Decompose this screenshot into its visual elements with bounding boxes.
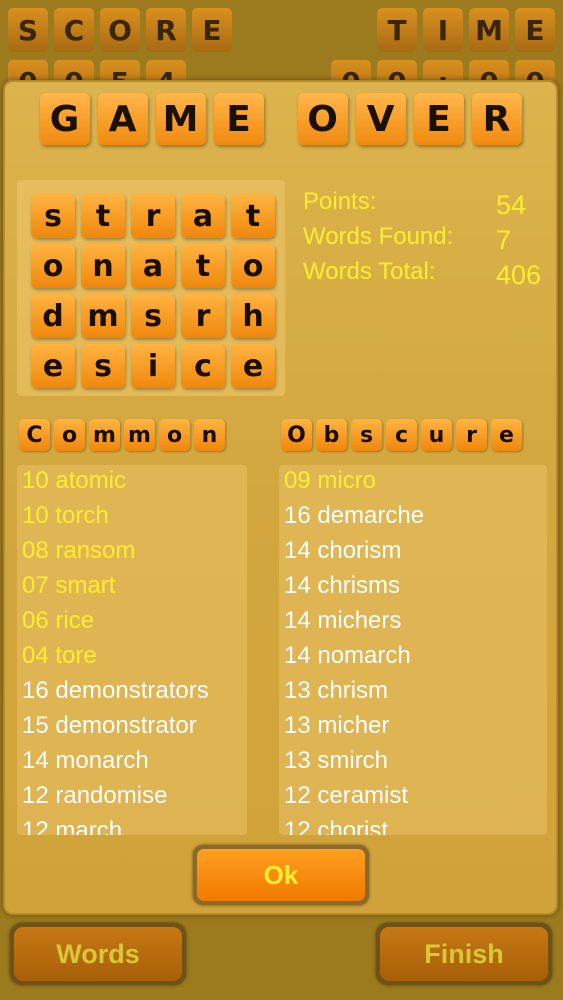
ok-button-label: Ok [197, 849, 365, 901]
title-letter-tile: R [471, 93, 522, 145]
title-spacer [272, 93, 290, 145]
grid-letter-tile: a [181, 194, 225, 238]
title-letter-tile: E [413, 93, 464, 145]
common-word-list[interactable]: 10 atomic 10 torch 08 ransom 07 smart 06 ric… [17, 465, 247, 835]
word-list-item: 13 chrism [284, 677, 389, 704]
grid-letter-tile: t [81, 194, 125, 238]
obscure-header-tile: c [386, 419, 417, 451]
game-over-dialog: GAMEOVER stratonatodmsrhesice Points: 54… [3, 80, 558, 915]
grid-letter-tile: s [131, 294, 175, 338]
stat-value: 54 [496, 190, 527, 220]
word-list-item: 14 chorism [284, 537, 402, 564]
obscure-header-tile: O [281, 419, 312, 451]
stat-value: 7 [496, 225, 512, 255]
stat-value: 406 [496, 260, 542, 290]
grid-letter-tile: e [31, 344, 75, 388]
word-list-item: 08 ransom [22, 537, 136, 564]
stat-words-total: Words Total: 406 [303, 258, 548, 293]
stat-words-found: Words Found: 7 [303, 223, 548, 258]
stats-panel: Points: 54 Words Found: 7 Words Total: 4… [303, 188, 548, 293]
time-letter-tile: T [377, 8, 417, 52]
obscure-word-list[interactable]: 09 micro 16 demarche 14 chorism 14 chrisms 1… [279, 465, 547, 835]
word-list-item: 16 demarche [284, 502, 425, 529]
grid-letter-tile: h [231, 294, 275, 338]
time-label-tiles: TIME [377, 8, 555, 52]
obscure-header: Obscure [281, 419, 522, 451]
time-letter-tile: M [469, 8, 509, 52]
stat-label: Words Total: [303, 258, 436, 285]
obscure-header-tile: b [316, 419, 347, 451]
grid-letter-tile: o [31, 244, 75, 288]
obscure-header-tile: s [351, 419, 382, 451]
score-letter-tile: O [100, 8, 140, 52]
common-header-tile: o [54, 419, 85, 451]
grid-letter-tile: r [131, 194, 175, 238]
title-letter-tile: E [213, 93, 264, 145]
score-label-tiles: SCORE [8, 8, 232, 52]
word-list-item: 09 micro [284, 467, 377, 494]
finish-button[interactable]: Finish [376, 923, 552, 985]
title-letter-tile: G [39, 93, 90, 145]
grid-letter-tile: c [181, 344, 225, 388]
word-list-item: 12 randomise [22, 782, 168, 809]
score-letter-tile: S [8, 8, 48, 52]
word-list-item: 12 march [22, 817, 123, 835]
title-letter-tile: A [97, 93, 148, 145]
time-letter-tile: I [423, 8, 463, 52]
grid-letter-tile: o [231, 244, 275, 288]
word-list-item: 07 smart [22, 572, 116, 599]
common-header: Common [19, 419, 225, 451]
letter-grid: stratonatodmsrhesice [17, 180, 285, 396]
stat-label: Points: [303, 188, 377, 215]
grid-letter-tile: m [81, 294, 125, 338]
obscure-header-tile: e [491, 419, 522, 451]
word-list-item: 10 atomic [22, 467, 127, 494]
word-list-item: 10 torch [22, 502, 109, 529]
grid-letter-tile: i [131, 344, 175, 388]
grid-letter-tile: d [31, 294, 75, 338]
word-list-item: 14 monarch [22, 747, 149, 774]
word-list-item: 13 smirch [284, 747, 389, 774]
word-list-item: 04 tore [22, 642, 97, 669]
game-over-title: GAMEOVER [5, 93, 556, 145]
grid-letter-tile: e [231, 344, 275, 388]
grid-letter-tile: t [181, 244, 225, 288]
word-list-item: 06 rice [22, 607, 95, 634]
word-list-item: 14 chrisms [284, 572, 401, 599]
title-letter-tile: O [297, 93, 348, 145]
common-header-tile: n [194, 419, 225, 451]
words-button-label: Words [14, 927, 182, 981]
common-header-tile: m [124, 419, 155, 451]
common-header-tile: C [19, 419, 50, 451]
grid-letter-tile: n [81, 244, 125, 288]
grid-letter-tile: s [81, 344, 125, 388]
word-list-item: 13 micher [284, 712, 390, 739]
grid-letter-tile: t [231, 194, 275, 238]
word-list-item: 14 nomarch [284, 642, 411, 669]
score-letter-tile: R [146, 8, 186, 52]
finish-button-label: Finish [380, 927, 548, 981]
word-list-item: 15 demonstrator [22, 712, 197, 739]
grid-letter-tile: s [31, 194, 75, 238]
grid-letter-tile: a [131, 244, 175, 288]
common-header-tile: m [89, 419, 120, 451]
title-letter-tile: M [155, 93, 206, 145]
words-button[interactable]: Words [10, 923, 186, 985]
word-list-item: 14 michers [284, 607, 402, 634]
word-list-item: 12 chorist [284, 817, 389, 835]
ok-button[interactable]: Ok [193, 845, 369, 905]
word-list-item: 16 demonstrators [22, 677, 209, 704]
obscure-header-tile: u [421, 419, 452, 451]
title-letter-tile: V [355, 93, 406, 145]
score-letter-tile: C [54, 8, 94, 52]
word-list-item: 12 ceramist [284, 782, 409, 809]
stat-points: Points: 54 [303, 188, 548, 223]
obscure-header-tile: r [456, 419, 487, 451]
common-header-tile: o [159, 419, 190, 451]
grid-letter-tile: r [181, 294, 225, 338]
stat-label: Words Found: [303, 223, 454, 250]
time-letter-tile: E [515, 8, 555, 52]
score-letter-tile: E [192, 8, 232, 52]
